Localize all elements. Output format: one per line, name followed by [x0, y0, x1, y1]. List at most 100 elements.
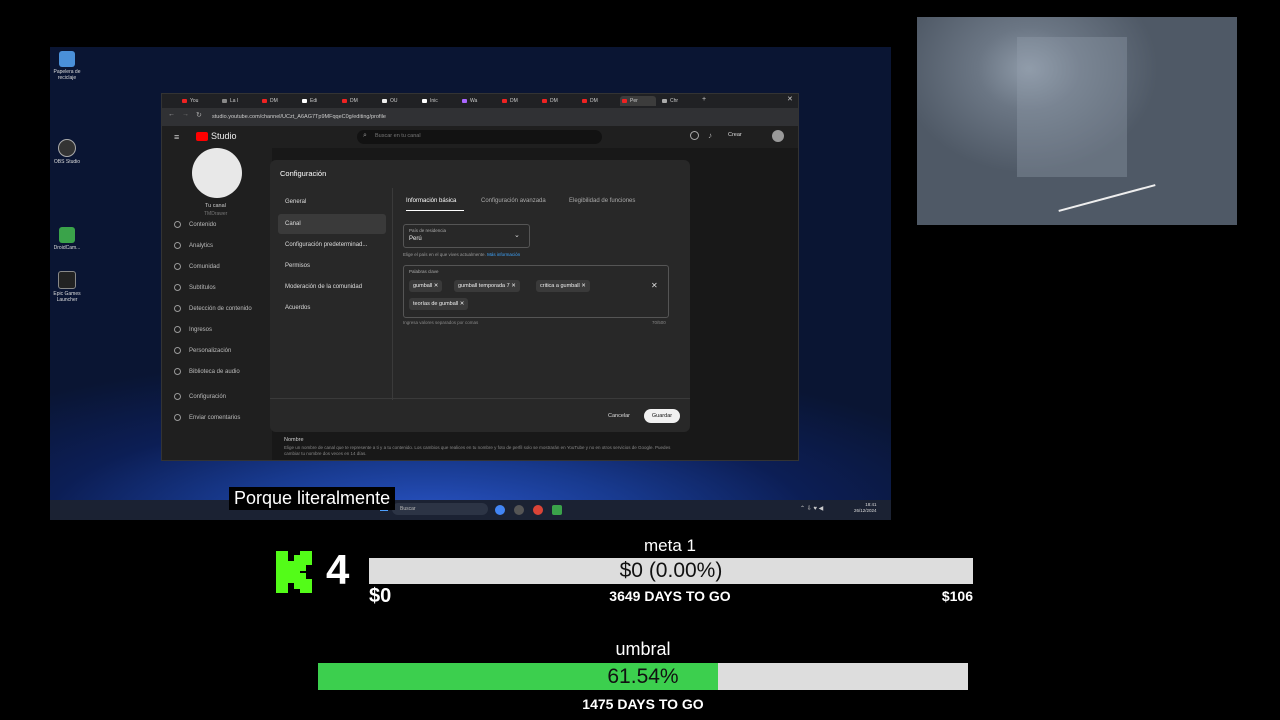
- search-icon: ⌕: [363, 132, 367, 139]
- subtitles-icon: [174, 283, 181, 291]
- new-tab-button[interactable]: +: [702, 96, 706, 103]
- browser-tab[interactable]: Inic: [420, 96, 456, 106]
- avatar[interactable]: [772, 130, 784, 142]
- sidebar-item-customization[interactable]: Personalización: [174, 346, 231, 356]
- browser-tab[interactable]: DM: [540, 96, 576, 106]
- desktop-icon-droidcam[interactable]: DroidCam...: [50, 227, 87, 251]
- browser-tab[interactable]: You: [180, 96, 216, 106]
- browser-tab[interactable]: Chr: [660, 96, 696, 106]
- active-tab-underline: [406, 210, 464, 211]
- dialog-divider: [392, 188, 393, 400]
- yt-search-placeholder: Buscar en tu canal: [375, 133, 421, 139]
- reload-icon[interactable]: ↻: [196, 111, 202, 119]
- webcam-figure: [1017, 37, 1127, 177]
- dialog-side-agreements[interactable]: Acuerdos: [285, 298, 310, 318]
- system-tray-icons[interactable]: ⌃ ⇩ ♥ ◀: [800, 505, 823, 512]
- droidcam-taskbar-icon[interactable]: [552, 505, 562, 515]
- tab-eligibility[interactable]: Elegibilidad de funciones: [569, 198, 635, 204]
- tab-advanced[interactable]: Configuración avanzada: [481, 198, 546, 204]
- keywords-help: Ingresa valores separados por comas: [403, 320, 479, 325]
- sidebar-item-copyright[interactable]: Detección de contenido: [174, 304, 252, 314]
- caption-overlay: Porque literalmente: [229, 487, 396, 510]
- yt-search-box[interactable]: ⌕ Buscar en tu canal: [357, 130, 602, 144]
- browser-tab[interactable]: DM: [500, 96, 536, 106]
- goal1-left-label: $0: [369, 585, 392, 607]
- address-bar: ← → ↻ studio.youtube.com/channel/UCzt_A6…: [162, 108, 798, 126]
- forward-icon[interactable]: →: [182, 111, 189, 118]
- goal1-right-label: $106: [941, 588, 973, 604]
- keyword-chip[interactable]: gumball ✕: [409, 280, 443, 292]
- copyright-icon: [174, 304, 181, 312]
- desktop-icon-epic[interactable]: Epic Games Launcher: [50, 271, 87, 303]
- sidebar-item-earn[interactable]: Ingresos: [174, 325, 212, 335]
- create-button[interactable]: Crear: [728, 132, 742, 138]
- more-info-link[interactable]: Más información: [487, 252, 520, 257]
- dialog-side-moderation[interactable]: Moderación de la comunidad: [285, 277, 362, 297]
- desktop-icon-recycle-bin[interactable]: Papelera de reciclaje: [50, 51, 87, 81]
- url-field[interactable]: studio.youtube.com/channel/UCzt_A6AG7Tp9…: [212, 112, 712, 122]
- browser-tab[interactable]: Wa: [460, 96, 496, 106]
- browser-tab-active[interactable]: Per: [620, 96, 656, 106]
- chrome-taskbar-icon[interactable]: [533, 505, 543, 515]
- keywords-count: 70/500: [652, 320, 666, 325]
- browser-tab[interactable]: DM: [580, 96, 616, 106]
- save-button[interactable]: Guardar: [644, 409, 680, 423]
- dialog-side-general[interactable]: General: [285, 192, 306, 212]
- notifications-icon[interactable]: ♪: [708, 131, 712, 140]
- browser-tab[interactable]: OU: [380, 96, 416, 106]
- sidebar-item-audio-library[interactable]: Biblioteca de audio: [174, 367, 240, 377]
- dialog-title: Configuración: [280, 169, 327, 178]
- name-section-help: Elige un nombre de canal que te represen…: [284, 445, 671, 456]
- cancel-button[interactable]: Cancelar: [602, 409, 636, 423]
- sidebar-item-analytics[interactable]: Analytics: [174, 241, 213, 251]
- webcam-feed: [917, 17, 1237, 225]
- close-window-icon[interactable]: ✕: [787, 95, 793, 103]
- browser-tab[interactable]: DM: [260, 96, 296, 106]
- keyword-chip[interactable]: teorías de gumball ✕: [409, 298, 469, 310]
- goal2-bar-text: 61.54%: [607, 665, 679, 688]
- browser-tab[interactable]: La I: [220, 96, 256, 106]
- sidebar-item-community[interactable]: Comunidad: [174, 262, 220, 272]
- browser-tab[interactable]: Edi: [300, 96, 336, 106]
- desktop-icon-label: DroidCam...: [53, 245, 81, 251]
- goal1-progress-bar: $0 (0.00%): [369, 558, 973, 584]
- goal2-progress-bar: 61.54%: [318, 663, 968, 690]
- chevron-down-icon: ⌄: [514, 232, 520, 239]
- country-select[interactable]: País de residencia Perú ⌄: [403, 224, 530, 248]
- goal2-title: umbral: [615, 639, 671, 659]
- keywords-field[interactable]: Palabras clave gumball ✕ gumball tempora…: [403, 265, 669, 318]
- obs-taskbar-icon[interactable]: [514, 505, 524, 515]
- sidebar-item-settings[interactable]: Configuración: [174, 392, 226, 402]
- channel-avatar[interactable]: [192, 148, 242, 198]
- kick-logo: [276, 551, 312, 593]
- desktop-icon-label: Epic Games Launcher: [53, 291, 81, 303]
- desktop-icon-obs[interactable]: OBS Studio: [50, 139, 87, 165]
- keyword-chip[interactable]: critica a gumball ✕: [536, 280, 590, 292]
- webcam-light-streak: [1058, 184, 1156, 212]
- dialog-side-channel[interactable]: Canal: [285, 214, 301, 234]
- yt-studio-header: ≡ Studio ⌕ Buscar en tu canal ♪ Crear: [162, 126, 798, 148]
- sidebar-item-subtitles[interactable]: Subtítulos: [174, 283, 216, 293]
- dialog-side-permissions[interactable]: Permisos: [285, 256, 310, 276]
- analytics-icon: [174, 241, 181, 249]
- taskbar-clock[interactable]: 18:41 26/12/2024: [854, 502, 877, 514]
- create-label: Crear: [728, 132, 742, 138]
- keyword-chip[interactable]: gumball temporada 7 ✕: [454, 280, 520, 292]
- taskbar-search[interactable]: Buscar: [392, 503, 488, 515]
- epic-games-icon: [58, 271, 76, 289]
- dialog-side-defaults[interactable]: Configuración predeterminad...: [285, 235, 367, 255]
- chrome-icon[interactable]: [495, 505, 505, 515]
- help-icon[interactable]: [690, 131, 699, 140]
- browser-tab-bar: You La I DM Edi DM OU Inic Wa DM DM DM P…: [162, 94, 798, 108]
- clear-keywords-icon[interactable]: ✕: [651, 281, 658, 290]
- settings-icon: [174, 392, 181, 400]
- obs-icon: [58, 139, 76, 157]
- browser-tab[interactable]: DM: [340, 96, 376, 106]
- country-value: Perú: [409, 236, 422, 242]
- goal1-days-label: 3649 DAYS TO GO: [609, 588, 731, 604]
- sidebar-item-content[interactable]: Contenido: [174, 220, 216, 230]
- tab-basic-info[interactable]: Información básica: [406, 198, 456, 204]
- back-icon[interactable]: ←: [168, 111, 175, 118]
- menu-icon[interactable]: ≡: [174, 132, 179, 142]
- sidebar-item-feedback[interactable]: Enviar comentarios: [174, 413, 240, 423]
